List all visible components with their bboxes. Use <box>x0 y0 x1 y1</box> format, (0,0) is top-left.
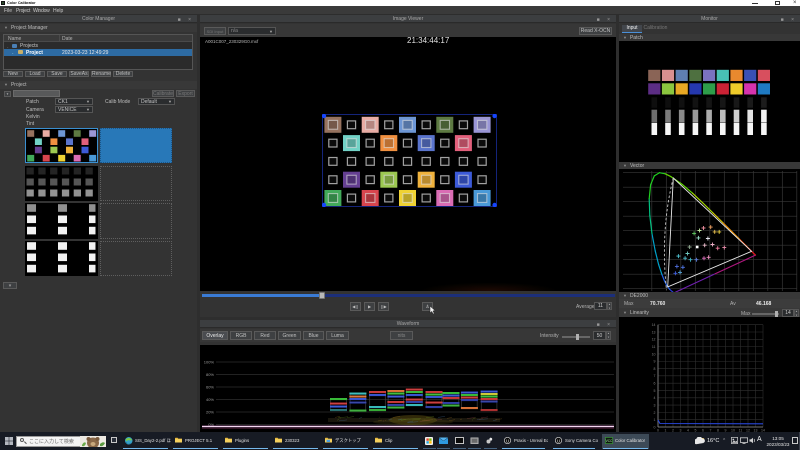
svg-text:9: 9 <box>654 360 656 364</box>
svg-text:5: 5 <box>654 389 656 393</box>
svg-text:3: 3 <box>654 404 656 408</box>
svg-text:12: 12 <box>652 338 656 342</box>
svg-text:VCC: VCC <box>606 439 613 443</box>
svg-text:U: U <box>557 438 560 443</box>
svg-text:4: 4 <box>654 396 656 400</box>
svg-text:20%: 20% <box>206 410 214 415</box>
svg-text:2: 2 <box>654 411 656 415</box>
svg-text:10: 10 <box>652 352 656 356</box>
svg-text:6: 6 <box>654 382 656 386</box>
svg-text:0: 0 <box>654 425 656 429</box>
svg-text:80%: 80% <box>206 372 214 377</box>
svg-text:100%: 100% <box>204 360 215 365</box>
svg-text:7: 7 <box>654 374 656 378</box>
svg-text:1: 1 <box>654 418 656 422</box>
svg-text:40%: 40% <box>206 397 214 402</box>
svg-text:8: 8 <box>654 367 656 371</box>
svg-text:U: U <box>506 438 509 443</box>
svg-text:11: 11 <box>652 345 656 349</box>
svg-text:13: 13 <box>652 330 656 334</box>
svg-text:60%: 60% <box>206 385 214 390</box>
svg-text:14: 14 <box>652 323 656 327</box>
